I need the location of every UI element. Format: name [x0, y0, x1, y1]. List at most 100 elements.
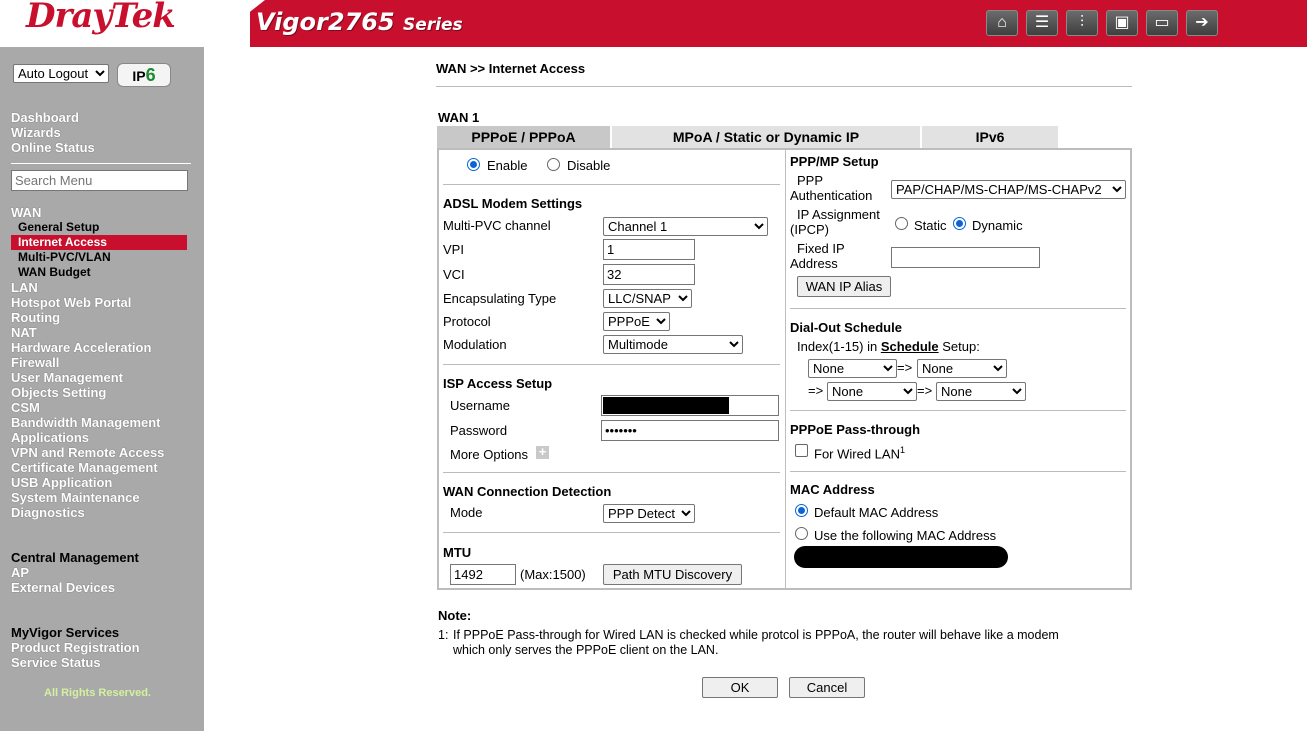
home-icon[interactable]: ⌂: [986, 10, 1018, 36]
password-label: Password: [450, 423, 508, 438]
dial-out-schedule-title: Dial-Out Schedule: [790, 320, 902, 335]
sidebar-item-myvigor-services[interactable]: MyVigor Services: [11, 625, 140, 640]
divider: [443, 184, 780, 185]
layout-icon[interactable]: ☰: [1026, 10, 1058, 36]
sidebar-item-service-status[interactable]: Service Status: [11, 655, 140, 670]
vci-input[interactable]: [603, 264, 695, 285]
enable-radio[interactable]: [467, 158, 480, 171]
sidebar-item-wan[interactable]: WAN: [11, 205, 187, 220]
default-mac-radio[interactable]: [795, 504, 808, 517]
sidebar-item-bandwidth-management[interactable]: Bandwidth Management: [11, 415, 187, 430]
sliders-icon[interactable]: ⫶: [1066, 10, 1098, 36]
sidebar-item-nat[interactable]: NAT: [11, 325, 187, 340]
sidebar-item-usb-application[interactable]: USB Application: [11, 475, 187, 490]
vpi-label: VPI: [443, 242, 464, 257]
sidebar-item-online-status[interactable]: Online Status: [11, 140, 95, 155]
sidebar-item-central-management[interactable]: Central Management: [11, 550, 139, 565]
password-input[interactable]: [601, 420, 779, 441]
search-menu-input[interactable]: [11, 170, 188, 191]
schedule-select-3[interactable]: None: [827, 382, 917, 401]
sidebar-item-external-devices[interactable]: External Devices: [11, 580, 139, 595]
modulation-label: Modulation: [443, 337, 507, 352]
sidebar-item-multi-pvc-vlan[interactable]: Multi-PVC/VLAN: [11, 250, 187, 265]
sidebar-item-dashboard[interactable]: Dashboard: [11, 110, 95, 125]
sidebar-item-internet-access[interactable]: Internet Access: [11, 235, 187, 250]
vpi-input[interactable]: [603, 239, 695, 260]
auto-logout-select[interactable]: Auto Logout: [13, 64, 109, 83]
isp-access-setup-title: ISP Access Setup: [443, 376, 553, 391]
ipv6-icon[interactable]: IP6: [117, 63, 171, 87]
sidebar-item-routing[interactable]: Routing: [11, 310, 187, 325]
protocol-select[interactable]: PPPoE: [603, 312, 670, 331]
note-title: Note:: [438, 608, 472, 623]
sidebar-item-wizards[interactable]: Wizards: [11, 125, 95, 140]
divider: [443, 364, 780, 365]
sidebar-item-objects-setting[interactable]: Objects Setting: [11, 385, 187, 400]
disable-radio[interactable]: [547, 158, 560, 171]
wan-title: WAN 1: [438, 110, 480, 125]
ip-assignment-label-1: IP Assignment: [797, 207, 880, 222]
multi-pvc-select[interactable]: Channel 1: [603, 217, 768, 236]
cancel-button[interactable]: Cancel: [789, 677, 865, 698]
series-text: Series: [403, 15, 463, 35]
wired-lan-label: For Wired LAN1: [814, 445, 905, 461]
sidebar-item-csm[interactable]: CSM: [11, 400, 187, 415]
divider: [790, 410, 1126, 411]
sidebar-item-hotspot-web-portal[interactable]: Hotspot Web Portal: [11, 295, 187, 310]
username-label: Username: [450, 398, 510, 413]
save-icon[interactable]: ▣: [1106, 10, 1138, 36]
schedule-select-1[interactable]: None: [808, 359, 897, 378]
sidebar-item-certificate-management[interactable]: Certificate Management: [11, 460, 187, 475]
dynamic-radio[interactable]: [953, 217, 966, 230]
schedule-select-4[interactable]: None: [936, 382, 1026, 401]
sidebar-item-wan-budget[interactable]: WAN Budget: [11, 265, 187, 280]
tab-ipv6[interactable]: IPv6: [922, 126, 1060, 148]
ppp-authentication-select[interactable]: PAP/CHAP/MS-CHAP/MS-CHAPv2: [891, 180, 1126, 199]
sidebar-divider: [11, 163, 191, 164]
modulation-select[interactable]: Multimode: [603, 335, 743, 354]
divider: [790, 308, 1126, 309]
sidebar-item-lan[interactable]: LAN: [11, 280, 187, 295]
index-suffix: Setup:: [938, 339, 980, 354]
schedule-select-2[interactable]: None: [917, 359, 1007, 378]
use-mac-radio[interactable]: [795, 527, 808, 540]
sidebar-item-product-registration[interactable]: Product Registration: [11, 640, 140, 655]
arrow-text: =>: [897, 360, 913, 375]
tab-mpoa-static-dynamic[interactable]: MPoA / Static or Dynamic IP: [612, 126, 922, 148]
fixed-ip-input[interactable]: [891, 247, 1040, 268]
sidebar-item-applications[interactable]: Applications: [11, 430, 187, 445]
mtu-input[interactable]: [450, 564, 516, 585]
schedule-index-text: Index(1-15) in Schedule Setup:: [797, 339, 980, 354]
wired-lan-checkbox[interactable]: [795, 444, 808, 457]
encapsulating-type-select[interactable]: LLC/SNAP: [603, 289, 692, 308]
mac-address-redaction[interactable]: [794, 546, 1008, 568]
sidebar-item-hardware-acceleration[interactable]: Hardware Acceleration: [11, 340, 187, 355]
tab-pppoe-pppoa[interactable]: PPPoE / PPPoA: [437, 126, 612, 148]
username-redaction: [603, 397, 729, 414]
mode-label: Mode: [450, 505, 483, 520]
brand-logo: DrayTek: [26, 0, 176, 36]
note-line-1: If PPPoE Pass-through for Wired LAN is c…: [453, 628, 1059, 642]
sidebar-item-vpn[interactable]: VPN and Remote Access: [11, 445, 187, 460]
sidebar-group-central: Central Management AP External Devices: [11, 550, 139, 595]
sidebar-item-firewall[interactable]: Firewall: [11, 355, 187, 370]
arrow-text: =>: [808, 383, 824, 398]
mode-select[interactable]: PPP Detect: [603, 504, 695, 523]
schedule-link[interactable]: Schedule: [881, 339, 939, 354]
sidebar-item-general-setup[interactable]: General Setup: [11, 220, 187, 235]
plus-icon[interactable]: +: [536, 445, 549, 459]
left-column: Enable Disable ADSL Modem Settings Multi…: [439, 150, 786, 588]
ok-button[interactable]: OK: [702, 677, 778, 698]
sidebar-item-user-management[interactable]: User Management: [11, 370, 187, 385]
sidebar-item-diagnostics[interactable]: Diagnostics: [11, 505, 187, 520]
sidebar-item-ap[interactable]: AP: [11, 565, 139, 580]
wan-ip-alias-button[interactable]: WAN IP Alias: [797, 276, 891, 297]
disable-label: Disable: [567, 158, 611, 173]
static-radio[interactable]: [895, 217, 908, 230]
path-mtu-discovery-button[interactable]: Path MTU Discovery: [603, 564, 742, 585]
ppp-mp-setup-title: PPP/MP Setup: [790, 154, 879, 169]
logout-icon[interactable]: ➔: [1186, 10, 1218, 36]
book-icon[interactable]: ▭: [1146, 10, 1178, 36]
sidebar-item-system-maintenance[interactable]: System Maintenance: [11, 490, 187, 505]
top-header: DrayTek Vigor2765 Series ⌂ ☰ ⫶ ▣ ▭ ➔: [0, 0, 1307, 47]
